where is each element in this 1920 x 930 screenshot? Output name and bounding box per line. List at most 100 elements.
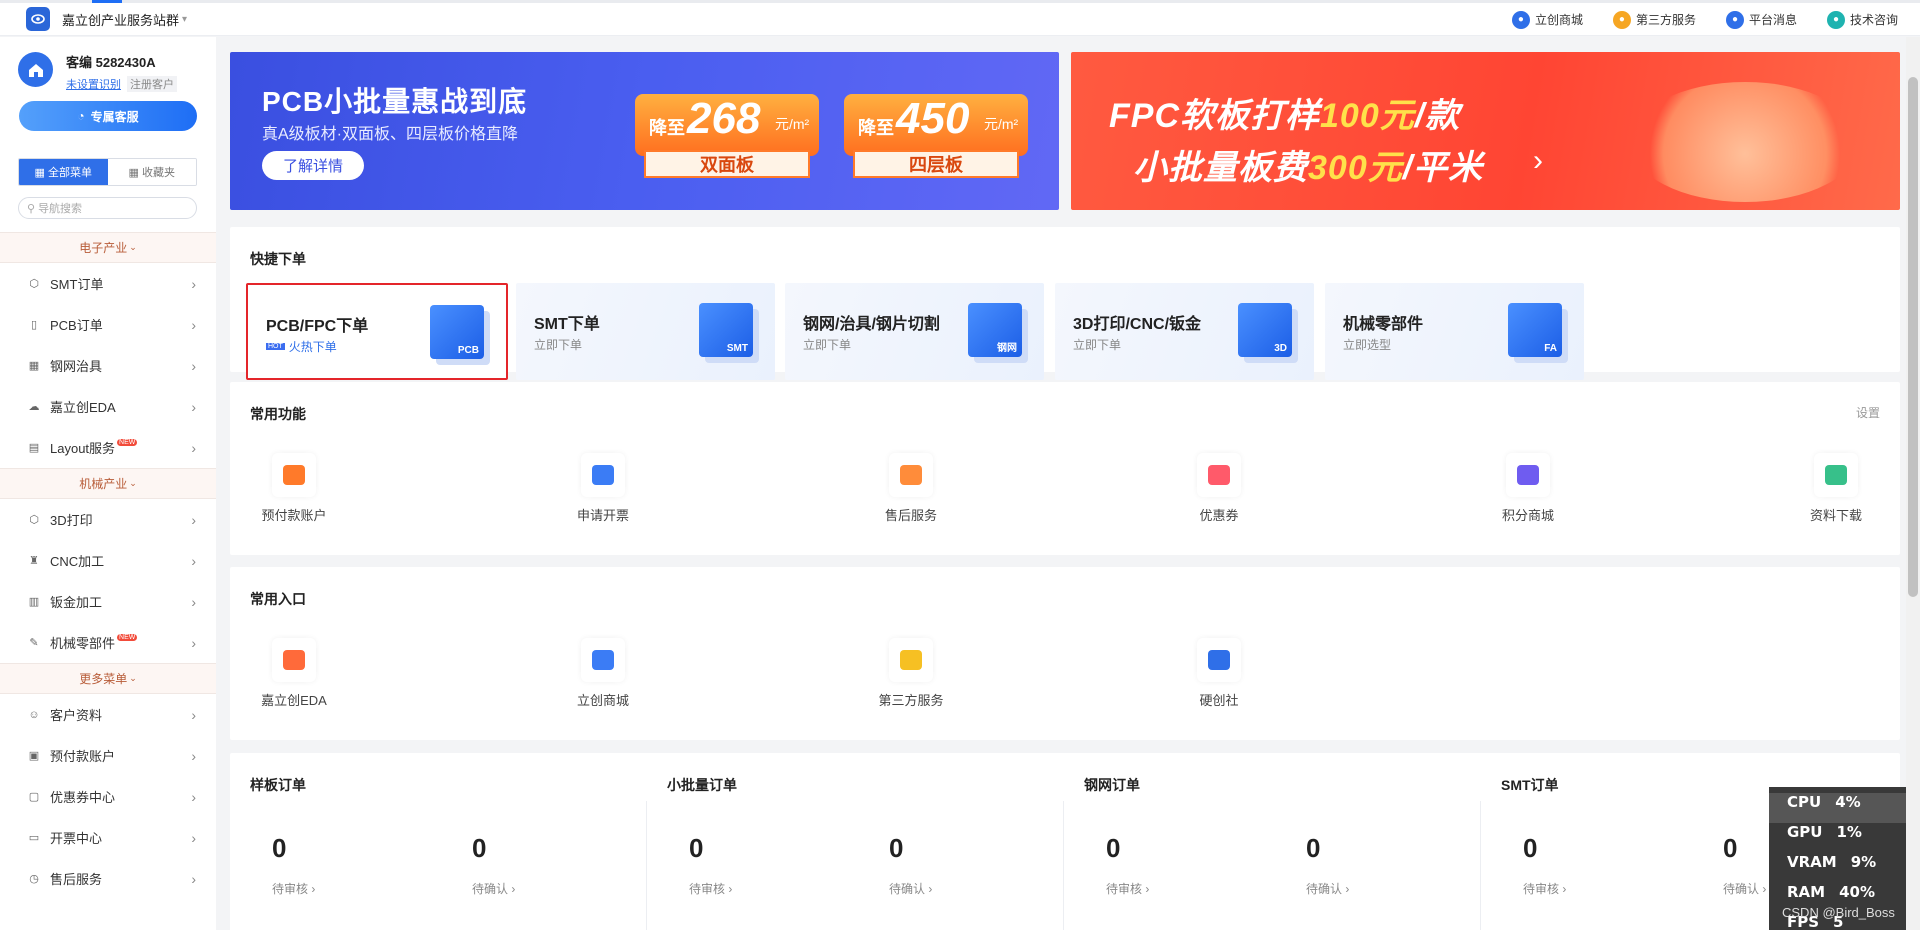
- section-header[interactable]: 更多菜单 ⌄: [0, 663, 216, 694]
- top-link-0[interactable]: ● 立创商城: [1511, 10, 1583, 29]
- chevron-right-icon: ›: [191, 316, 196, 333]
- quick-order-card[interactable]: 3D打印/CNC/钣金 立即下单 3D: [1055, 283, 1314, 380]
- sidebar-item[interactable]: ☺ 客户资料 ›: [0, 694, 216, 735]
- shortcut-item[interactable]: 第三方服务: [866, 638, 956, 709]
- customer-tag: 注册客户: [127, 76, 177, 92]
- shortcut-item[interactable]: 申请开票: [558, 453, 648, 524]
- section-header[interactable]: 机械产业 ⌄: [0, 468, 216, 499]
- pending-confirm-link[interactable]: 待确认 ›: [1723, 880, 1766, 897]
- sidebar-item-label: 优惠券中心: [50, 790, 116, 805]
- order-type-icon-text: 3D: [1274, 343, 1287, 354]
- quick-order-card[interactable]: 机械零部件 立即选型 FA: [1325, 283, 1584, 380]
- shortcut-item[interactable]: 优惠券: [1174, 453, 1264, 524]
- top-link-2[interactable]: ● 平台消息: [1725, 10, 1797, 29]
- pending-review-count[interactable]: 0: [1523, 833, 1537, 864]
- sidebar-item[interactable]: ▥ 钣金加工 ›: [0, 581, 216, 622]
- pending-confirm-link[interactable]: 待确认 ›: [1306, 880, 1349, 897]
- top-link-label: 第三方服务: [1635, 13, 1696, 27]
- pending-confirm-link[interactable]: 待确认 ›: [889, 880, 932, 897]
- section-header[interactable]: 电子产业 ⌄: [0, 232, 216, 263]
- tab-favorites[interactable]: ▦ 收藏夹: [107, 159, 196, 185]
- pending-review-link[interactable]: 待审核 ›: [1523, 880, 1566, 897]
- shortcut-icon: [581, 453, 625, 497]
- home-avatar-icon[interactable]: [18, 52, 53, 87]
- watermark: CSDN @Bird_Boss: [1782, 905, 1895, 920]
- tab-all-menu[interactable]: ▦ 全部菜单: [19, 159, 108, 185]
- service-icon: ◷: [29, 873, 39, 885]
- shortcut-icon: [581, 638, 625, 682]
- scrollbar-thumb[interactable]: [1908, 77, 1918, 597]
- pending-confirm-count[interactable]: 0: [889, 833, 903, 864]
- wallet-icon: ▣: [28, 750, 40, 762]
- chat-icon: ●: [1826, 10, 1845, 29]
- orders-panel: 样板订单 0 待审核 › 0 待确认 › 小批量订单 0 待审核 › 0 待确认 › 钢网订单 0 待审…: [230, 753, 1900, 930]
- sidebar-item[interactable]: ☁ 嘉立创EDA ›: [0, 386, 216, 427]
- chevron-right-icon: ›: [191, 552, 196, 569]
- dedicated-service-button[interactable]: ◔ 专属客服: [19, 101, 197, 131]
- sidebar-item[interactable]: ◷ 售后服务 ›: [0, 858, 216, 899]
- quick-card-sub: 立即下单: [1073, 336, 1121, 353]
- pending-confirm-count[interactable]: 0: [472, 833, 486, 864]
- pending-review-count[interactable]: 0: [1106, 833, 1120, 864]
- sidebar-item[interactable]: ⬡ SMT订单 ›: [0, 263, 216, 304]
- top-link-3[interactable]: ● 技术咨询: [1826, 10, 1898, 29]
- pending-review-link[interactable]: 待审核 ›: [272, 880, 315, 897]
- quick-card-title: 机械零部件: [1343, 316, 1424, 333]
- sidebar-item-label: PCB订单: [50, 318, 103, 333]
- shortcut-item[interactable]: 嘉立创EDA: [249, 638, 339, 709]
- sidebar-item[interactable]: ✎ 机械零部件 NEW ›: [0, 622, 216, 663]
- scrollbar[interactable]: [1906, 37, 1920, 930]
- sidebar-item-label: 开票中心: [50, 831, 103, 846]
- pending-review-link[interactable]: 待审核 ›: [689, 880, 732, 897]
- shortcut-item[interactable]: 硬创社: [1174, 638, 1264, 709]
- top-bar: 嘉立创产业服务站群 ▾ ● 立创商城 ● 第三方服务 ● 平台消息 ● 技术咨询: [0, 3, 1920, 36]
- identification-link[interactable]: 未设置识别: [66, 76, 121, 92]
- shortcut-item[interactable]: 立创商城: [558, 638, 648, 709]
- section-title: 更多菜单: [79, 672, 128, 686]
- order-summary-column: 钢网订单 0 待审核 › 0 待确认 ›: [1064, 753, 1481, 930]
- fpc-promo-banner[interactable]: FPC软板打样100元/款 小批量板费300元/平米 ›: [1071, 52, 1900, 210]
- sidebar: 客编 5282430A 未设置识别 注册客户 ◔ 专属客服 ▦ 全部菜单 ▦ 收藏夹…: [0, 37, 216, 930]
- sidebar-item[interactable]: ▦ 钢网治具 ›: [0, 345, 216, 386]
- sidebar-item-label: 嘉立创EDA: [50, 400, 116, 415]
- top-link-1[interactable]: ● 第三方服务: [1612, 10, 1696, 29]
- pending-confirm-link[interactable]: 待确认 ›: [472, 880, 515, 897]
- nav-search-input[interactable]: ⚲ 导航搜索: [18, 197, 197, 219]
- settings-link[interactable]: 设置: [1856, 404, 1880, 421]
- shortcut-item[interactable]: 积分商城: [1483, 453, 1573, 524]
- pending-review-count[interactable]: 0: [689, 833, 703, 864]
- pending-confirm-count[interactable]: 0: [1306, 833, 1320, 864]
- pending-review-count[interactable]: 0: [272, 833, 286, 864]
- new-badge: NEW: [117, 634, 138, 641]
- sidebar-item[interactable]: ▣ 预付款账户 ›: [0, 735, 216, 776]
- sidebar-item[interactable]: ▯ PCB订单 ›: [0, 304, 216, 345]
- quick-order-card[interactable]: SMT下单 立即下单 SMT: [516, 283, 775, 380]
- sidebar-item[interactable]: ▢ 优惠券中心 ›: [0, 776, 216, 817]
- chevron-right-icon: ›: [1533, 144, 1543, 177]
- common-functions-panel: 常用功能 设置 预付款账户 申请开票 售后服务 优惠券 积分商城 资料下载: [230, 382, 1900, 555]
- pending-review-link[interactable]: 待审核 ›: [1106, 880, 1149, 897]
- shortcut-item[interactable]: 预付款账户: [249, 453, 339, 524]
- brand-switcher[interactable]: 嘉立创产业服务站群 ▾: [0, 7, 187, 31]
- sidebar-item[interactable]: ▭ 开票中心 ›: [0, 817, 216, 858]
- quick-order-card[interactable]: PCB/FPC下单 HOT 火热下单 PCB: [246, 283, 508, 380]
- pending-confirm-count[interactable]: 0: [1723, 833, 1737, 864]
- order-column-title: 小批量订单: [667, 777, 737, 793]
- sidebar-item[interactable]: ♜ CNC加工 ›: [0, 540, 216, 581]
- cube-icon: ⬡: [29, 278, 39, 290]
- sidebar-item-label: 钣金加工: [50, 595, 103, 610]
- shortcut-item[interactable]: 资料下载: [1791, 453, 1881, 524]
- perf-value: 4%: [1835, 793, 1861, 811]
- sidebar-item[interactable]: ⬡ 3D打印 ›: [0, 499, 216, 540]
- chevron-down-icon: ⌄: [129, 478, 137, 488]
- quick-order-card[interactable]: 钢网/治具/钢片切割 立即下单 钢网: [785, 283, 1044, 380]
- shortcut-label: 售后服务: [884, 508, 937, 523]
- top-link-label: 技术咨询: [1849, 13, 1898, 27]
- sidebar-item-label: SMT订单: [50, 277, 104, 292]
- sidebar-item[interactable]: ▤ Layout服务 NEW ›: [0, 427, 216, 468]
- chevron-down-icon: ⌄: [129, 242, 137, 252]
- user-profile: 客编 5282430A 未设置识别 注册客户: [0, 37, 216, 93]
- pcb-promo-banner[interactable]: PCB小批量惠战到底 真A级板材·双面板、四层板价格直降 了解详情 降至 268…: [230, 52, 1059, 210]
- learn-more-button[interactable]: 了解详情: [262, 151, 364, 180]
- shortcut-item[interactable]: 售后服务: [866, 453, 956, 524]
